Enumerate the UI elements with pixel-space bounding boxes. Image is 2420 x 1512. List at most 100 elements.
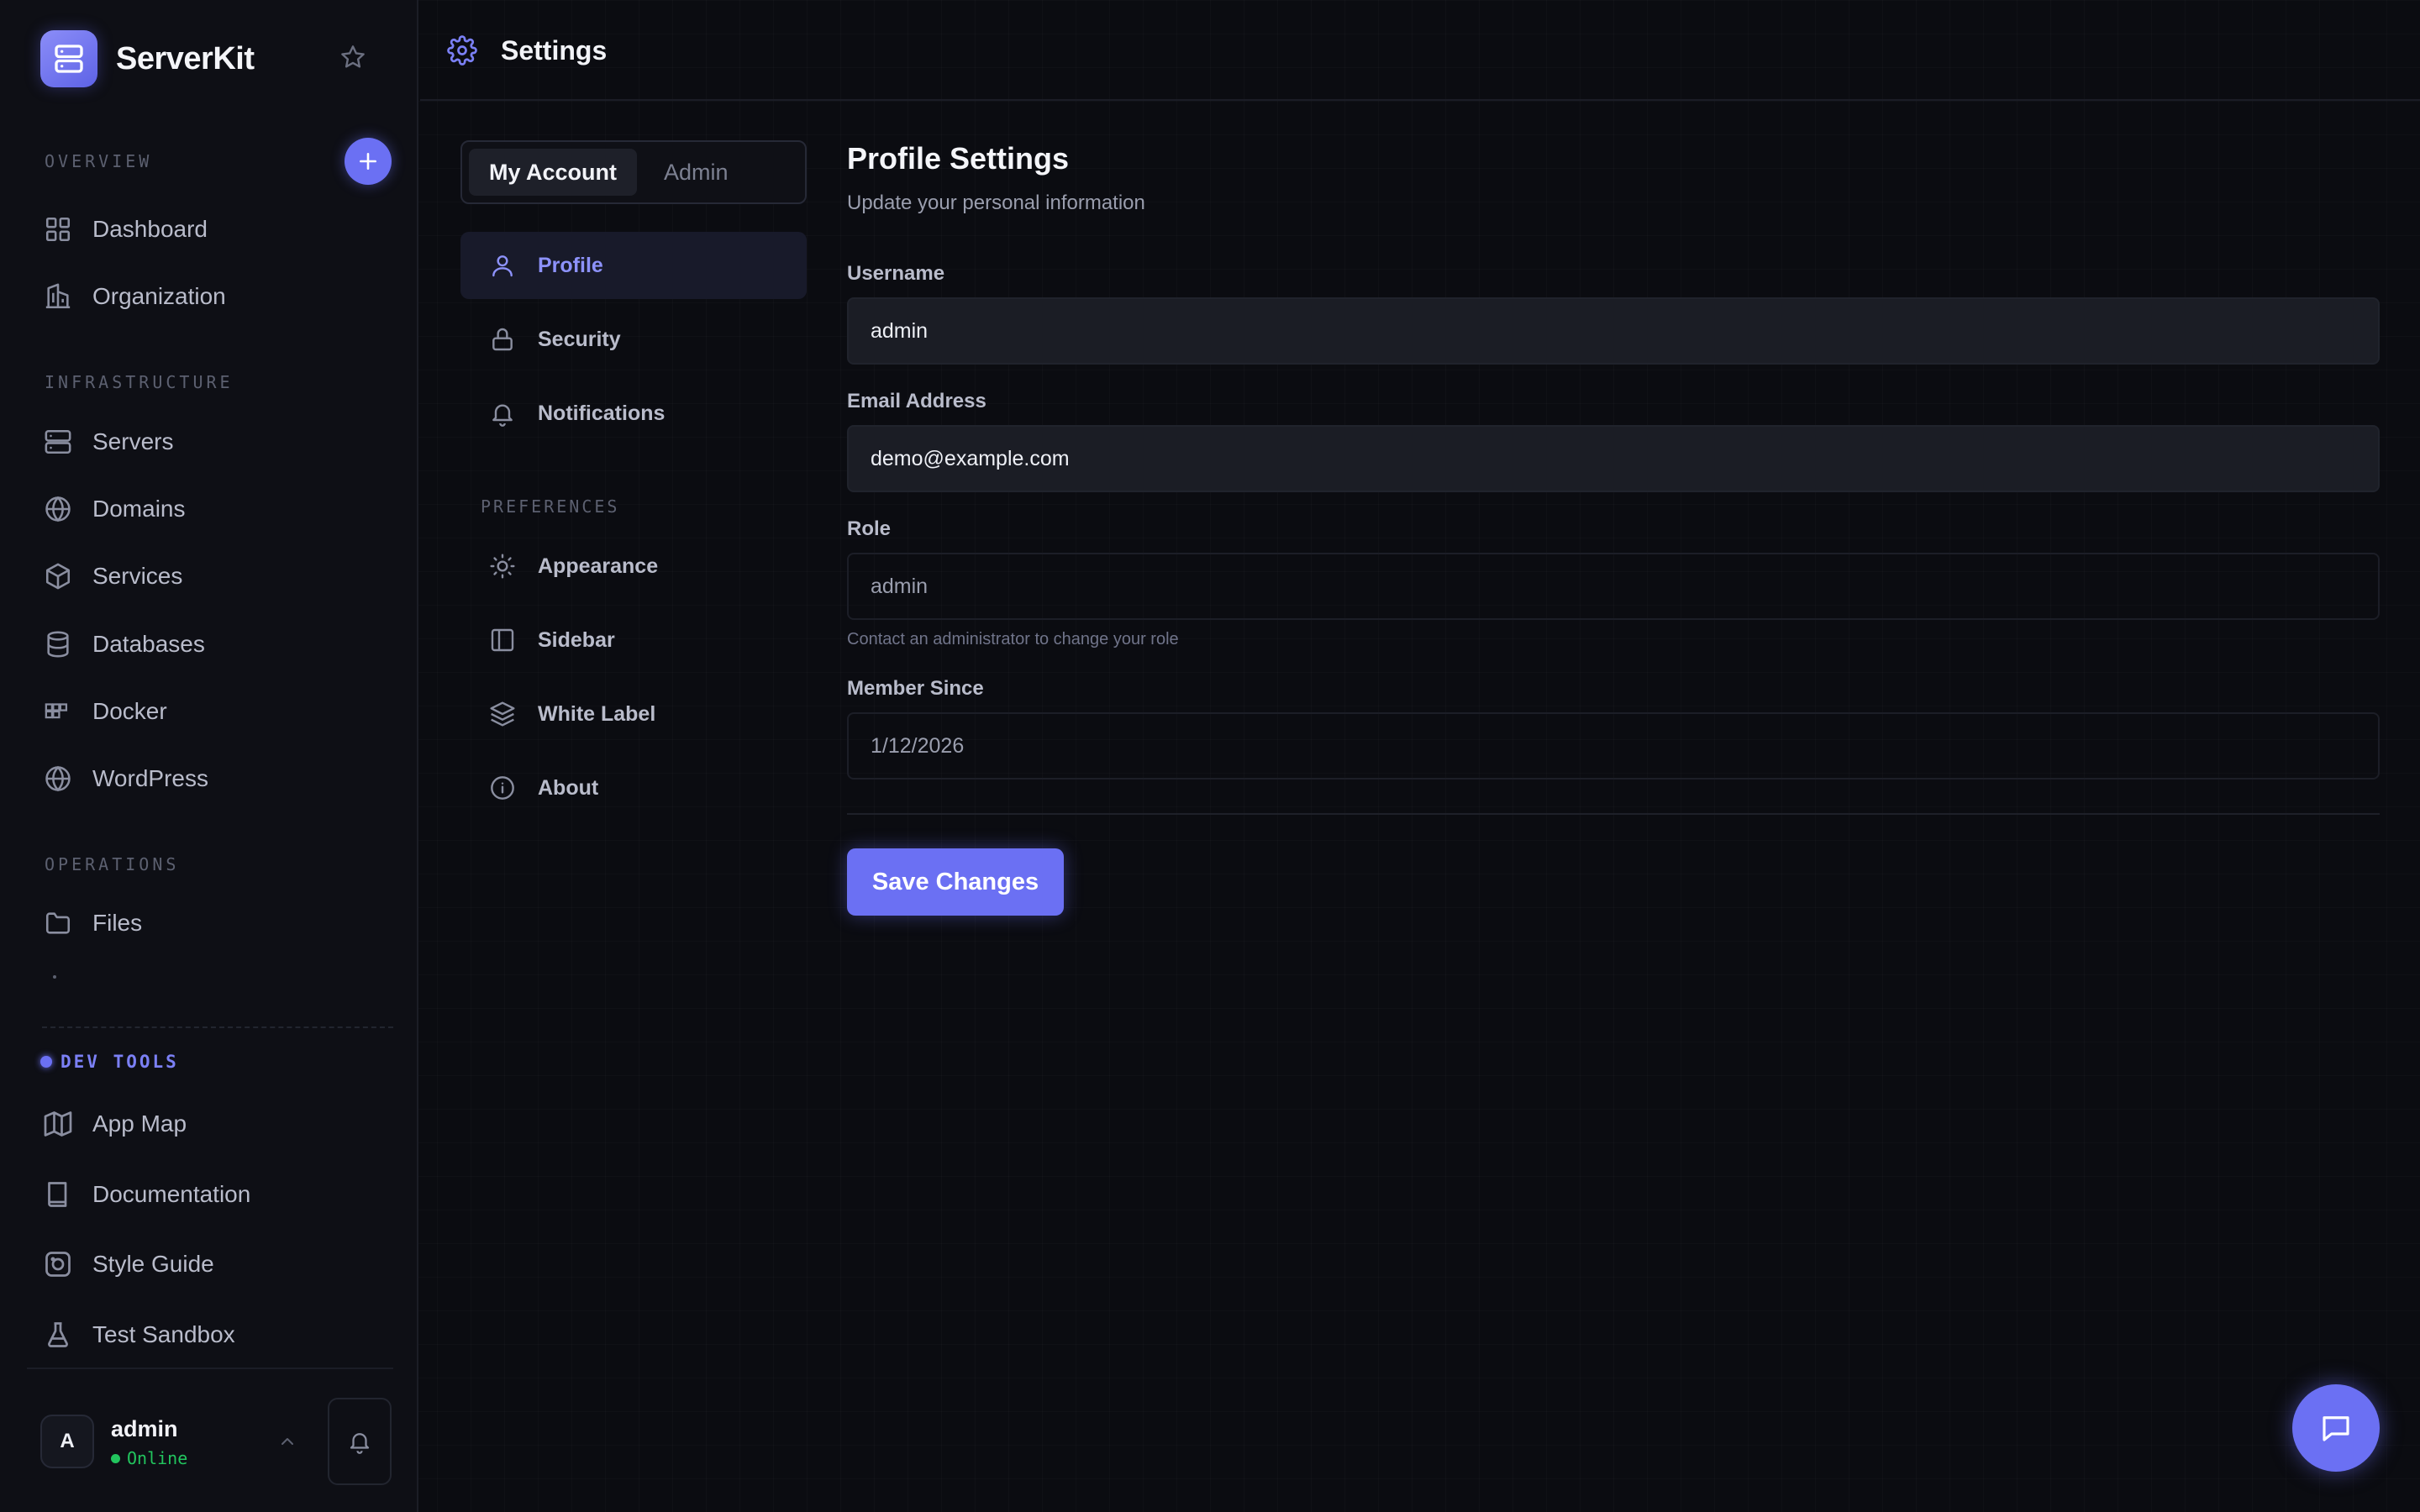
settings-item-about[interactable]: About <box>460 754 807 822</box>
settings-item-appearance[interactable]: Appearance <box>460 533 807 600</box>
star-icon[interactable] <box>339 44 366 71</box>
member-since-label: Member Since <box>847 677 984 700</box>
sidebar-item-label: Domains <box>92 496 186 522</box>
bell-icon <box>487 398 518 428</box>
divider <box>847 813 2380 815</box>
sidebar-item-test-sandbox[interactable]: Test Sandbox <box>42 1312 235 1357</box>
tab-admin[interactable]: Admin <box>644 149 749 196</box>
brand[interactable]: ServerKit <box>40 30 255 87</box>
sidebar-item-label: Services <box>92 563 183 589</box>
settings-item-label: Security <box>538 327 621 351</box>
settings-item-profile[interactable]: Profile <box>460 232 807 299</box>
chat-bubble-icon <box>2318 1410 2354 1446</box>
scroll-indicator <box>53 975 56 979</box>
layers-icon <box>487 699 518 729</box>
page-title: Settings <box>501 35 608 66</box>
sidebar-item-organization[interactable]: Organization <box>42 274 226 319</box>
sidebar-item-label: Servers <box>92 428 174 454</box>
sidebar-item-style-guide[interactable]: Style Guide <box>42 1242 214 1287</box>
section-label-overview: OVERVIEW <box>45 151 153 171</box>
settings-item-sidebar[interactable]: Sidebar <box>460 606 807 674</box>
dev-tools-label: DEV TOOLS <box>60 1052 179 1072</box>
add-button[interactable] <box>345 138 392 185</box>
settings-item-label: Appearance <box>538 554 659 578</box>
username-field[interactable]: admin <box>847 297 2380 365</box>
online-indicator <box>111 1453 120 1463</box>
settings-item-label: Sidebar <box>538 627 615 652</box>
settings-item-label: Profile <box>538 253 603 277</box>
avatar[interactable]: A <box>40 1415 94 1468</box>
folder-icon <box>42 907 74 939</box>
lock-icon <box>487 324 518 354</box>
member-since-field: 1/12/2026 <box>847 712 2380 780</box>
globe-icon <box>42 493 74 525</box>
server-icon <box>42 426 74 458</box>
user-status: Online <box>111 1448 187 1468</box>
settings-item-label: White Label <box>538 701 656 726</box>
section-subtitle: Update your personal information <box>847 192 1145 214</box>
section-label-dev-tools: DEV TOOLS <box>40 1052 179 1072</box>
chevron-up-icon[interactable] <box>277 1431 297 1452</box>
user-icon <box>487 250 518 281</box>
sidebar: ServerKit OVERVIEW Dashboard Organizatio… <box>0 0 418 1512</box>
database-icon <box>42 628 74 660</box>
docker-containers-icon <box>42 696 74 727</box>
top-bar: Settings <box>420 0 2420 101</box>
section-label-infrastructure: INFRASTRUCTURE <box>45 372 234 392</box>
section-title: Profile Settings <box>847 141 1070 176</box>
sidebar-layout-icon <box>487 625 518 655</box>
sidebar-item-databases[interactable]: Databases <box>42 622 205 667</box>
email-field[interactable]: demo@example.com <box>847 425 2380 492</box>
sidebar-item-dashboard[interactable]: Dashboard <box>42 207 208 252</box>
sidebar-item-label: WordPress <box>92 765 208 791</box>
dashboard-grid-icon <box>42 213 74 245</box>
sidebar-item-label: Files <box>92 910 143 936</box>
info-icon <box>487 773 518 803</box>
notifications-button[interactable] <box>328 1398 392 1485</box>
sidebar-item-label: App Map <box>92 1110 187 1137</box>
email-label: Email Address <box>847 390 986 412</box>
role-label: Role <box>847 517 892 540</box>
user-status-label: Online <box>127 1448 188 1468</box>
wordpress-globe-icon <box>42 763 74 795</box>
dev-tools-indicator <box>40 1056 52 1068</box>
settings-item-white-label[interactable]: White Label <box>460 680 807 748</box>
bell-icon <box>347 1429 372 1454</box>
section-label-operations: OPERATIONS <box>45 854 180 874</box>
palette-icon <box>42 1248 74 1280</box>
building-icon <box>42 281 74 312</box>
divider <box>42 1026 393 1028</box>
sidebar-item-servers[interactable]: Servers <box>42 419 173 465</box>
sidebar-item-domains[interactable]: Domains <box>42 486 185 532</box>
sidebar-item-docker[interactable]: Docker <box>42 689 167 734</box>
sidebar-item-label: Dashboard <box>92 216 208 242</box>
save-button[interactable]: Save Changes <box>847 848 1064 916</box>
package-icon <box>42 560 74 592</box>
user-name: admin <box>111 1416 178 1441</box>
sidebar-item-wordpress[interactable]: WordPress <box>42 756 208 801</box>
sidebar-item-files[interactable]: Files <box>42 900 142 946</box>
sidebar-item-documentation[interactable]: Documentation <box>42 1172 250 1217</box>
settings-item-notifications[interactable]: Notifications <box>460 380 807 447</box>
role-hint: Contact an administrator to change your … <box>847 630 1179 648</box>
settings-item-label: About <box>538 775 599 800</box>
gear-icon <box>447 35 477 66</box>
flask-icon <box>42 1319 74 1351</box>
sidebar-item-services[interactable]: Services <box>42 554 182 599</box>
chat-button[interactable] <box>2292 1384 2380 1472</box>
sun-icon <box>487 551 518 581</box>
brand-name: ServerKit <box>116 40 255 76</box>
sidebar-item-label: Test Sandbox <box>92 1321 235 1347</box>
settings-item-label: Notifications <box>538 401 666 425</box>
sidebar-item-label: Docker <box>92 698 167 724</box>
sidebar-item-app-map[interactable]: App Map <box>42 1101 187 1147</box>
section-label-preferences: PREFERENCES <box>481 496 620 517</box>
account-tabs: My Account Admin <box>460 140 807 204</box>
book-icon <box>42 1179 74 1210</box>
sidebar-item-label: Databases <box>92 631 205 657</box>
settings-item-security[interactable]: Security <box>460 306 807 373</box>
server-stack-icon <box>40 30 97 87</box>
map-icon <box>42 1108 74 1140</box>
tab-my-account[interactable]: My Account <box>469 149 638 196</box>
username-label: Username <box>847 262 945 285</box>
